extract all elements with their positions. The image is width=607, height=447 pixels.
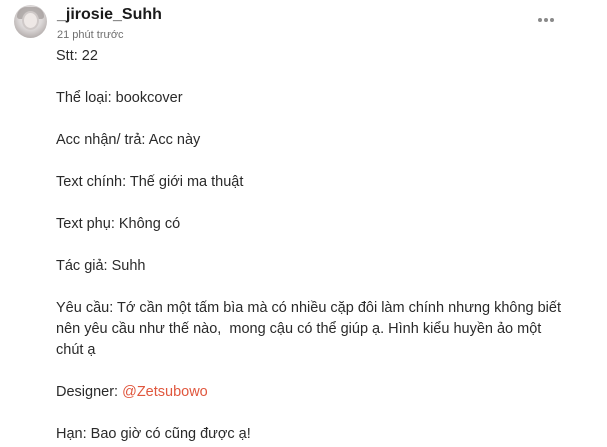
comment-post: _jirosie_Suhh 21 phút trước Stt: 22 Thể … [0,0,607,447]
line-text-phu: Text phụ: Không có [56,216,181,232]
more-vertical-icon [538,18,554,22]
line-tac-gia: Tác giả: Suhh [56,258,146,274]
more-options-button[interactable] [533,10,559,30]
avatar-face [24,13,37,28]
line-stt: Stt: 22 [56,48,98,64]
post-body: Stt: 22 Thể loại: bookcover Acc nhận/ tr… [56,46,576,445]
avatar[interactable] [14,5,47,38]
line-the-loai: Thể loại: bookcover [56,90,183,106]
line-yeu-cau: Yêu cầu: Tớ cần một tấm bìa mà có nhiều … [56,298,576,361]
line-designer: Designer: @Zetsubowo [56,382,576,403]
designer-mention-link[interactable]: @Zetsubowo [122,384,208,400]
line-text-chinh: Text chính: Thế giới ma thuật [56,174,244,190]
yeu-cau-line-2: nên yêu cầu như thế nào, mong cậu có thể… [56,321,542,337]
post-timestamp: 21 phút trước [57,29,124,41]
line-acc: Acc nhận/ trả: Acc này [56,132,201,148]
username[interactable]: _jirosie_Suhh [57,6,162,24]
line-han: Hạn: Bao giờ có cũng được ạ! [56,426,251,442]
designer-label: Designer: [56,384,123,400]
yeu-cau-line-3: chút ạ [56,342,96,358]
yeu-cau-line-1: Yêu cầu: Tớ cần một tấm bìa mà có nhiều … [56,300,561,316]
